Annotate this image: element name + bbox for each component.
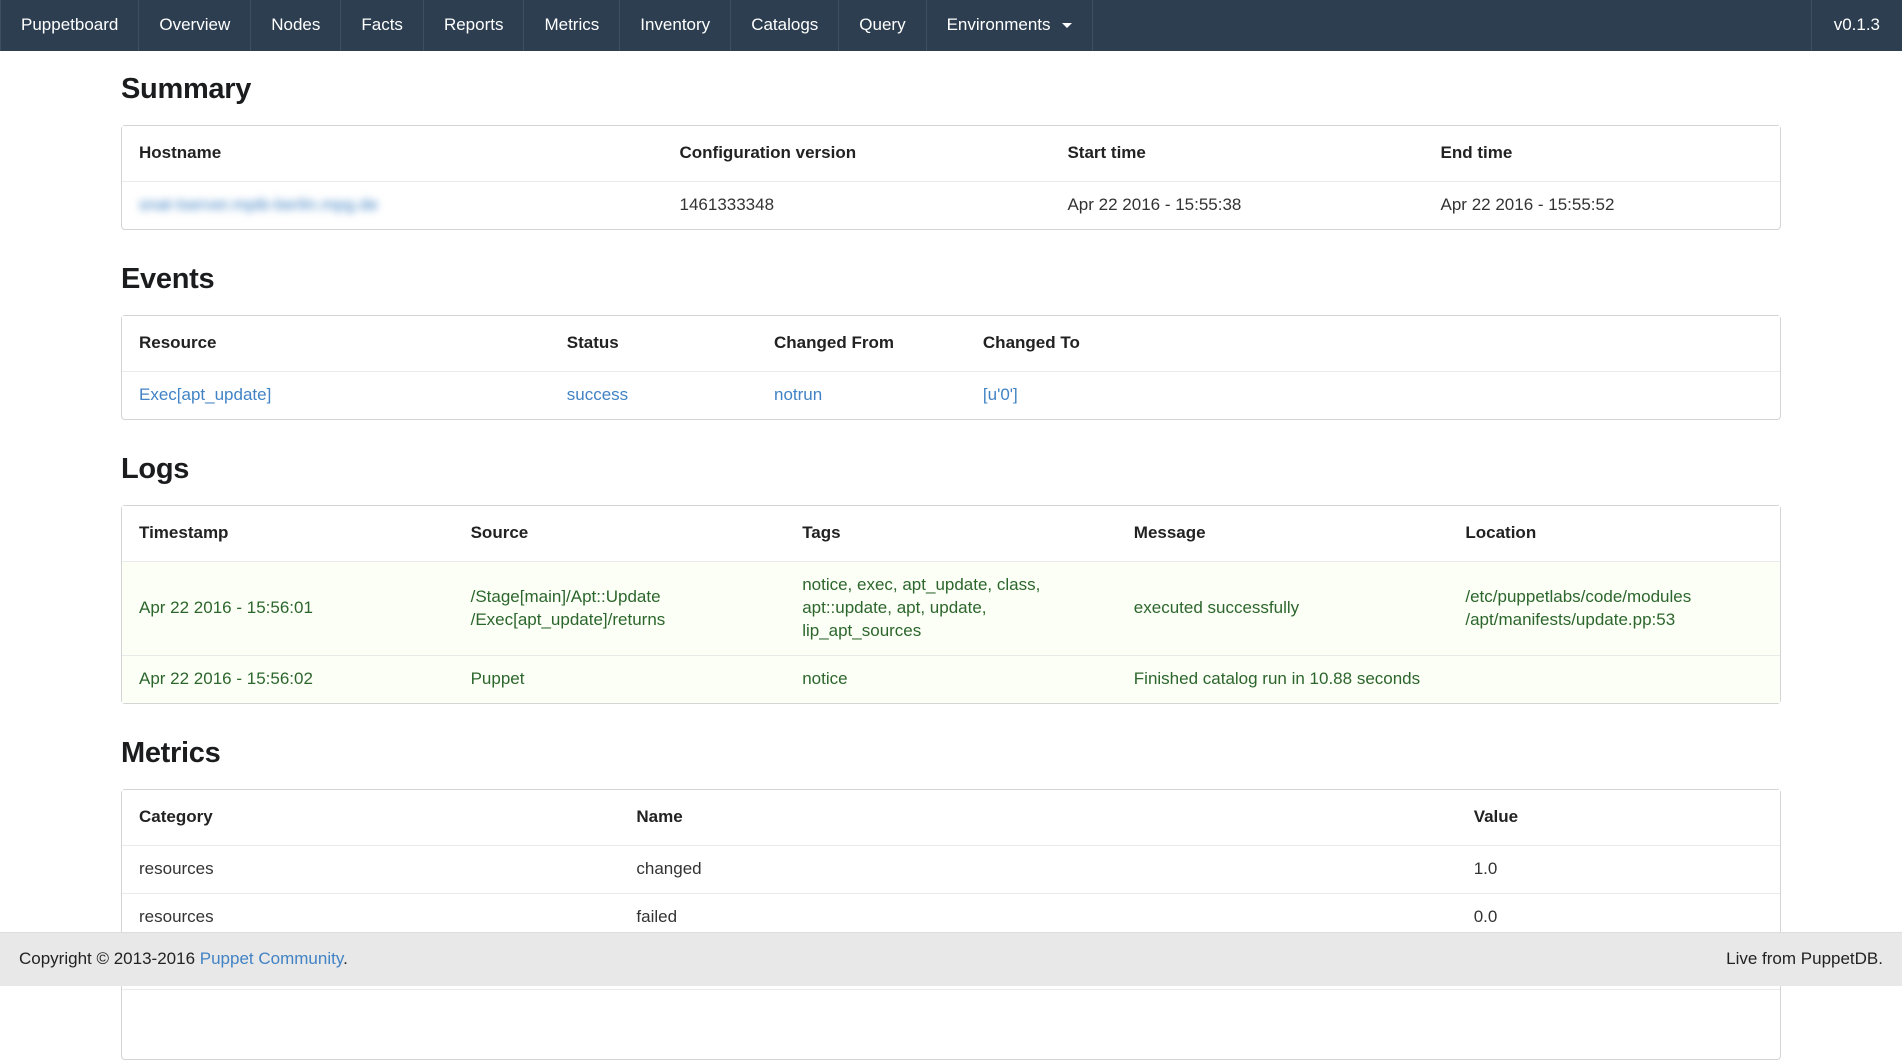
log-message: executed successfully bbox=[1117, 561, 1449, 655]
metrics-col-name: Name bbox=[619, 790, 1456, 845]
caret-down-icon bbox=[1062, 23, 1072, 28]
environments-label: Environments bbox=[947, 14, 1051, 37]
config-version-value: 1461333348 bbox=[663, 181, 1051, 229]
summary-col-config-version: Configuration version bbox=[663, 126, 1051, 181]
nav-item-inventory[interactable]: Inventory bbox=[619, 0, 730, 51]
metric-row-clipped bbox=[122, 989, 1780, 1059]
events-table: Resource Status Changed From Changed To … bbox=[121, 315, 1781, 420]
metrics-heading: Metrics bbox=[121, 734, 1781, 773]
events-col-status: Status bbox=[550, 316, 757, 371]
metric-value: 1.0 bbox=[1457, 845, 1780, 893]
metrics-col-value: Value bbox=[1457, 790, 1780, 845]
nav-item-nodes[interactable]: Nodes bbox=[250, 0, 340, 51]
summary-table: Hostname Configuration version Start tim… bbox=[121, 125, 1781, 230]
summary-heading: Summary bbox=[121, 70, 1781, 109]
hostname-link[interactable]: snat-tserver.mpib-berlin.mpg.de bbox=[139, 195, 378, 214]
version-label: v0.1.3 bbox=[1811, 0, 1902, 51]
log-message: Finished catalog run in 10.88 seconds bbox=[1117, 655, 1449, 703]
event-status-link[interactable]: success bbox=[567, 385, 628, 404]
end-time-value: Apr 22 2016 - 15:55:52 bbox=[1424, 181, 1780, 229]
summary-col-end-time: End time bbox=[1424, 126, 1780, 181]
copyright-period: . bbox=[343, 949, 348, 968]
logs-heading: Logs bbox=[121, 450, 1781, 489]
event-changed-from-link[interactable]: notrun bbox=[774, 385, 822, 404]
logs-col-timestamp: Timestamp bbox=[122, 506, 454, 561]
events-col-resource: Resource bbox=[122, 316, 550, 371]
nav-item-query[interactable]: Query bbox=[838, 0, 925, 51]
navbar: Puppetboard Overview Nodes Facts Reports… bbox=[0, 0, 1902, 51]
event-row: Exec[apt_update] success notrun [u'0'] bbox=[122, 371, 1780, 419]
log-tags: notice bbox=[785, 655, 1117, 703]
metric-name: changed bbox=[619, 845, 1456, 893]
start-time-value: Apr 22 2016 - 15:55:38 bbox=[1050, 181, 1423, 229]
puppet-community-link[interactable]: Puppet Community bbox=[200, 949, 343, 968]
logs-col-tags: Tags bbox=[785, 506, 1117, 561]
event-resource-link[interactable]: Exec[apt_update] bbox=[139, 385, 271, 404]
log-source: Puppet bbox=[454, 655, 786, 703]
nav-item-environments-dropdown[interactable]: Environments bbox=[926, 0, 1093, 51]
log-source: /Stage[main]/Apt::Update /Exec[apt_updat… bbox=[454, 561, 786, 655]
logs-col-location: Location bbox=[1448, 506, 1780, 561]
summary-col-start-time: Start time bbox=[1050, 126, 1423, 181]
metrics-table: Category Name Value resources changed 1.… bbox=[121, 789, 1781, 1060]
logs-col-message: Message bbox=[1117, 506, 1449, 561]
nav-item-facts[interactable]: Facts bbox=[340, 0, 423, 51]
footer: Copyright © 2013-2016 Puppet Community. … bbox=[0, 932, 1902, 986]
footer-copyright: Copyright © 2013-2016 Puppet Community. bbox=[19, 948, 348, 971]
logs-col-source: Source bbox=[454, 506, 786, 561]
metric-row: resources changed 1.0 bbox=[122, 845, 1780, 893]
summary-col-hostname: Hostname bbox=[122, 126, 663, 181]
nav-item-metrics[interactable]: Metrics bbox=[523, 0, 619, 51]
nav-item-puppetboard[interactable]: Puppetboard bbox=[0, 0, 138, 51]
main-content: Summary Hostname Configuration version S… bbox=[121, 70, 1781, 1060]
log-tags: notice, exec, apt_update, class, apt::up… bbox=[785, 561, 1117, 655]
log-timestamp: Apr 22 2016 - 15:56:01 bbox=[122, 561, 454, 655]
log-location bbox=[1448, 655, 1780, 703]
metrics-col-category: Category bbox=[122, 790, 619, 845]
log-location: /etc/puppetlabs/code/modules /apt/manife… bbox=[1448, 561, 1780, 655]
events-col-changed-from: Changed From bbox=[757, 316, 966, 371]
log-row: Apr 22 2016 - 15:56:01 /Stage[main]/Apt:… bbox=[122, 561, 1780, 655]
log-row: Apr 22 2016 - 15:56:02 Puppet notice Fin… bbox=[122, 655, 1780, 703]
summary-row: snat-tserver.mpib-berlin.mpg.de 14613333… bbox=[122, 181, 1780, 229]
nav-item-reports[interactable]: Reports bbox=[423, 0, 524, 51]
footer-source-text: Live from PuppetDB. bbox=[1726, 948, 1883, 971]
logs-table: Timestamp Source Tags Message Location A… bbox=[121, 505, 1781, 704]
copyright-text: Copyright © 2013-2016 bbox=[19, 949, 200, 968]
metric-category: resources bbox=[122, 845, 619, 893]
events-col-changed-to: Changed To bbox=[966, 316, 1780, 371]
log-timestamp: Apr 22 2016 - 15:56:02 bbox=[122, 655, 454, 703]
event-changed-to-link[interactable]: [u'0'] bbox=[983, 385, 1018, 404]
nav-item-overview[interactable]: Overview bbox=[138, 0, 250, 51]
events-heading: Events bbox=[121, 260, 1781, 299]
navbar-spacer bbox=[1093, 0, 1811, 51]
nav-item-catalogs[interactable]: Catalogs bbox=[730, 0, 838, 51]
